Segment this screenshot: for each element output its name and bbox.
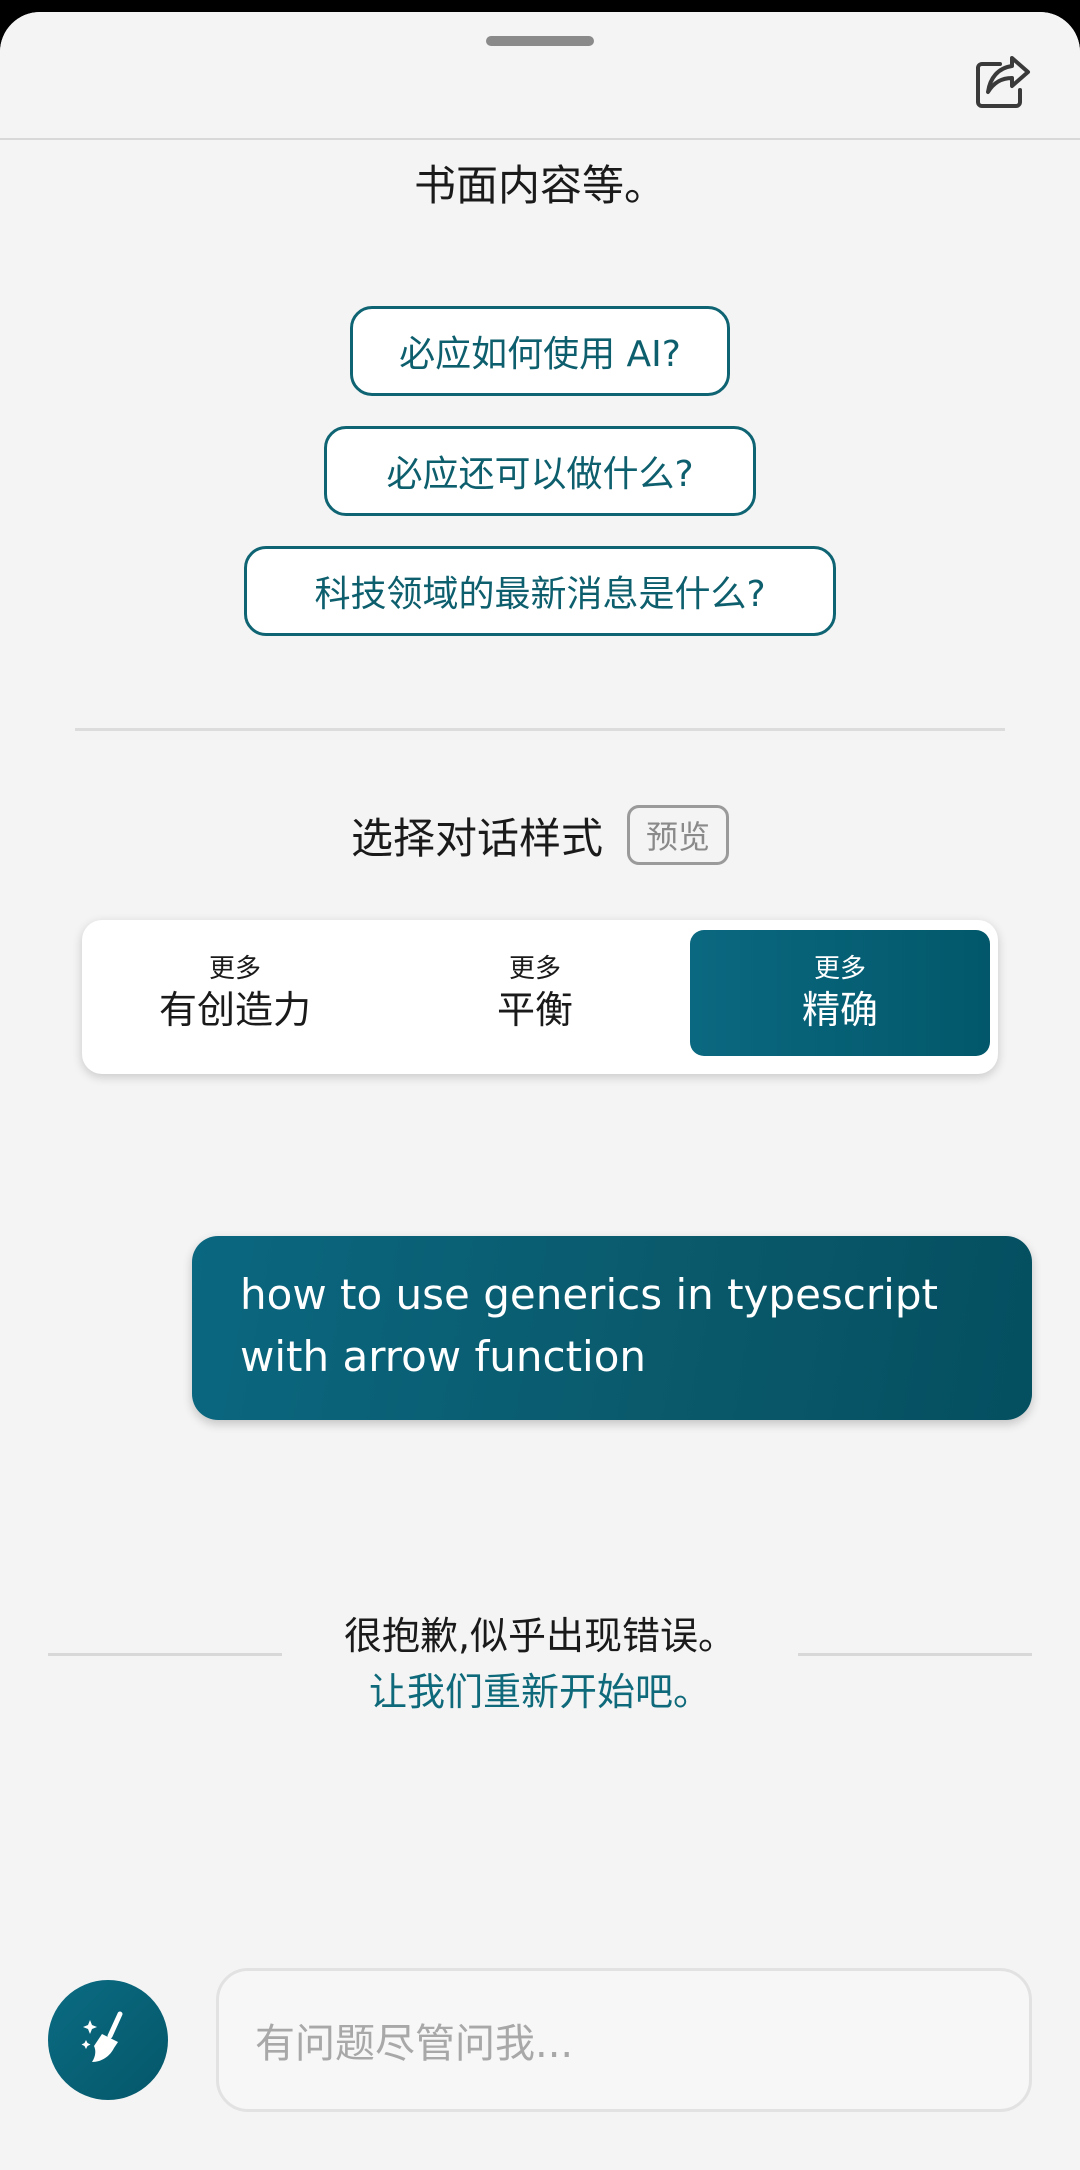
error-message: 很抱歉,似乎出现错误。 bbox=[343, 1614, 737, 1658]
chat-sheet: 书面内容等。 必应如何使用 AI? 必应还可以做什么? 科技领域的最新消息是什么… bbox=[0, 12, 1080, 2170]
style-option-balanced[interactable]: 更多 平衡 bbox=[390, 930, 680, 1056]
style-option-prefix: 更多 bbox=[208, 954, 261, 984]
chat-input[interactable]: 有问题尽管问我... bbox=[216, 1968, 1032, 2112]
chat-input-placeholder: 有问题尽管问我... bbox=[255, 2021, 574, 2067]
suggestion-chip[interactable]: 科技领域的最新消息是什么? bbox=[244, 546, 836, 636]
restart-link[interactable]: 让我们重新开始吧。 bbox=[0, 1664, 1080, 1720]
conversation-style-header: 选择对话样式 预览 bbox=[0, 802, 1080, 868]
style-option-prefix: 更多 bbox=[813, 954, 866, 984]
intro-text: 书面内容等。 bbox=[413, 161, 666, 210]
suggestion-chip[interactable]: 必应还可以做什么? bbox=[324, 426, 756, 516]
style-option-label: 平衡 bbox=[496, 988, 573, 1032]
style-option-label: 精确 bbox=[801, 988, 878, 1032]
style-option-creative[interactable]: 更多 有创造力 bbox=[90, 930, 380, 1056]
error-notice: 很抱歉,似乎出现错误。 让我们重新开始吧。 bbox=[0, 1608, 1080, 1720]
share-button[interactable] bbox=[966, 48, 1038, 120]
new-topic-button[interactable] bbox=[48, 1980, 168, 2100]
suggestion-chip[interactable]: 必应如何使用 AI? bbox=[350, 306, 730, 396]
preview-badge: 预览 bbox=[627, 805, 730, 865]
broom-sparkle-icon bbox=[76, 2006, 140, 2074]
style-option-prefix: 更多 bbox=[508, 954, 561, 984]
conversation-style-selector: 更多 有创造力 更多 平衡 更多 精确 bbox=[82, 920, 998, 1074]
section-divider bbox=[75, 728, 1005, 731]
drag-handle[interactable] bbox=[486, 36, 594, 46]
share-icon bbox=[970, 50, 1034, 118]
style-option-label: 有创造力 bbox=[158, 988, 311, 1032]
conversation-style-title: 选择对话样式 bbox=[350, 813, 603, 863]
style-option-precise[interactable]: 更多 精确 bbox=[690, 930, 990, 1056]
sheet-header bbox=[0, 12, 1080, 140]
user-message-bubble: how to use generics in typescript with a… bbox=[192, 1236, 1032, 1420]
